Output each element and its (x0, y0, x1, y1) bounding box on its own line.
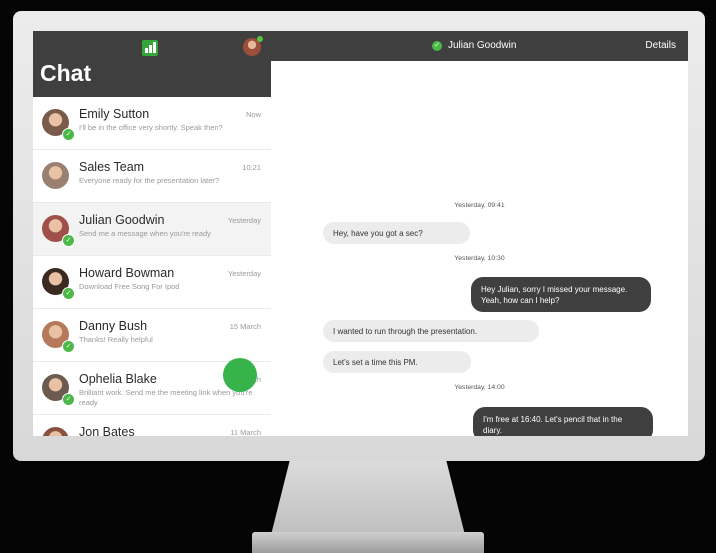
contact-name: Emily Sutton (79, 107, 150, 121)
online-check-icon: ✓ (62, 393, 75, 406)
online-check-icon: ✓ (62, 234, 75, 247)
message-pane[interactable]: Yesterday, 09:41 Hey, have you got a sec?… (271, 61, 688, 436)
contact-time: Yesterday (227, 269, 261, 278)
app-logo-icon[interactable] (142, 40, 158, 56)
contact-item[interactable]: ✓ Danny Bush 15 March Thanks! Really helpfu… (33, 309, 271, 362)
contact-avatar (42, 162, 69, 189)
contact-item[interactable]: Jon Bates 11 March (33, 415, 271, 436)
online-status-icon: ✓ (432, 41, 442, 51)
contact-item[interactable]: ✓ Howard Bowman Yesterday Download Free Son… (33, 256, 271, 309)
incoming-message: Hey, have you got a sec? (323, 222, 470, 244)
contact-name: Jon Bates (79, 425, 135, 436)
contact-name: Ophelia Blake (79, 372, 157, 386)
online-check-icon: ✓ (62, 340, 75, 353)
contact-item[interactable]: Sales Team 10:21 Everyone ready for the pr… (33, 150, 271, 203)
contact-preview: Thanks! Really helpful (79, 335, 153, 344)
sidebar-header: Chat (33, 31, 271, 97)
contact-name: Julian Goodwin (79, 213, 165, 227)
contact-item[interactable]: ✓ Emily Sutton Now I'll be in the office ve… (33, 97, 271, 150)
conversation-partner-name: Julian Goodwin (448, 40, 517, 51)
outgoing-message: Hey Julian, sorry I missed your message.… (471, 277, 651, 312)
monitor-base (252, 532, 484, 553)
message-timestamp: Yesterday, 09:41 (454, 202, 505, 209)
online-check-icon: ✓ (62, 287, 75, 300)
contact-name: Danny Bush (79, 319, 148, 333)
app-screen: Chat ✓ Emily Sutton Now I'll be in the offi… (33, 31, 688, 436)
contact-preview: I'll be in the office very shortly. Spea… (79, 123, 223, 132)
page-title: Chat (40, 60, 92, 86)
contact-time: 15 March (229, 322, 261, 331)
compose-button[interactable] (223, 358, 257, 392)
outgoing-message: I'm free at 16:40. Let's pencil that in … (473, 407, 653, 436)
online-check-icon: ✓ (62, 128, 75, 141)
conversation-header: ✓ Julian Goodwin Details (271, 31, 688, 61)
contact-preview: Send me a message when you're ready (79, 229, 211, 238)
contact-preview: Download Free Song For Ipod (79, 282, 180, 291)
contact-name: Sales Team (79, 160, 145, 174)
contact-preview: Everyone ready for the presentation late… (79, 176, 220, 185)
contact-time: 11 March (230, 428, 261, 436)
details-button[interactable]: Details (645, 40, 676, 51)
my-profile-avatar[interactable] (243, 36, 263, 56)
incoming-message: Let's set a time this PM. (323, 351, 471, 373)
contact-time: 10:21 (242, 163, 261, 172)
contact-name: Howard Bowman (79, 266, 175, 280)
message-timestamp: Yesterday, 14:00 (454, 384, 505, 391)
contact-time: Now (245, 110, 261, 119)
monitor-stand (270, 461, 466, 539)
contact-time: Yesterday (227, 216, 261, 225)
contact-avatar (42, 427, 69, 436)
contact-item[interactable]: ✓ Julian Goodwin Yesterday Send me a messag… (33, 203, 271, 256)
message-timestamp: Yesterday, 10:30 (454, 255, 505, 262)
incoming-message: I wanted to run through the presentation… (323, 320, 539, 342)
